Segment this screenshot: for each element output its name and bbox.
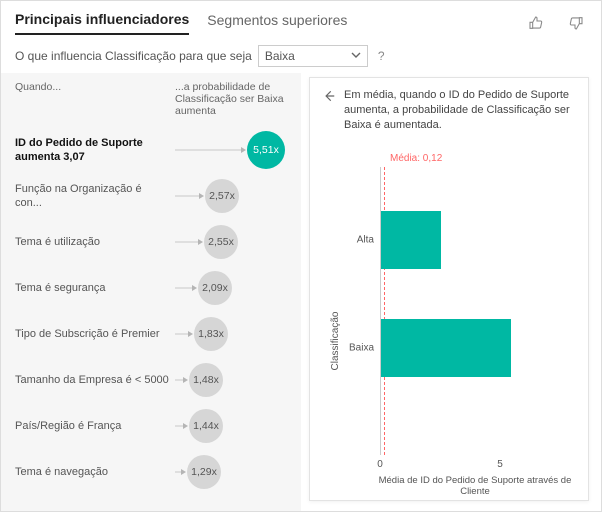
influencer-row[interactable]: Tamanho da Empresa é < 50001,48x [15,357,291,403]
influencer-bubble: 2,55x [204,225,238,259]
influencer-track: 2,09x [175,287,291,289]
key-influencers-visual: Principais influenciadores Segmentos sup… [0,0,602,512]
avg-label: Média: 0,12 [390,153,442,164]
bar-category-label: Alta [342,234,374,245]
bar-category-label: Baixa [342,342,374,353]
header: Principais influenciadores Segmentos sup… [1,1,601,35]
col-header-when: Quando... [15,81,175,117]
influencer-row[interactable]: Tema é navegação1,29x [15,449,291,495]
col-header-prob: ...a probabilidade de Classificação ser … [175,81,291,117]
chevron-down-icon [351,49,361,63]
influencer-bubble: 1,83x [194,317,228,351]
arrow-right-icon [199,193,204,199]
sentence-prefix: O que influencia Classificação para que … [15,49,252,63]
bar [381,319,511,377]
arrow-right-icon [181,469,186,475]
influencer-bubble: 5,51x [247,131,285,169]
influencer-row[interactable]: Tema é utilização2,55x [15,219,291,265]
tab-top-segments[interactable]: Segmentos superiores [207,12,347,34]
influencer-label: Tipo de Subscrição é Premier [15,327,175,341]
influencer-track: 1,83x [175,333,291,335]
arrow-right-icon [241,147,246,153]
influencer-track: 1,48x [175,379,291,381]
influencer-row[interactable]: Tipo de Subscrição é Premier1,83x [15,311,291,357]
influencer-row[interactable]: Tema é segurança2,09x [15,265,291,311]
influencer-bubble: 1,44x [189,409,223,443]
column-headers: Quando... ...a probabilidade de Classifi… [15,81,291,117]
influencer-track: 2,55x [175,241,291,243]
arrow-right-icon [183,423,188,429]
influencer-bubble: 2,57x [205,179,239,213]
y-axis-title: Classificação [330,311,341,370]
arrow-right-icon [183,377,188,383]
influencer-label: Tema é segurança [15,281,175,295]
influencer-bubble: 2,09x [198,271,232,305]
influencer-track: 1,44x [175,425,291,427]
influencer-row[interactable]: ID do Pedido de Suporte aumenta 3,075,51… [15,127,291,173]
influencer-line [175,150,243,151]
influencer-track: 5,51x [175,149,291,151]
influencer-label: ID do Pedido de Suporte aumenta 3,07 [15,136,175,165]
chart-card: Em média, quando o ID do Pedido de Supor… [309,77,589,501]
chart-panel: Em média, quando o ID do Pedido de Supor… [301,73,601,511]
x-tick-label: 5 [497,459,503,470]
x-tick-label: 0 [377,459,383,470]
dropdown-value: Baixa [265,49,295,63]
tab-key-influencers[interactable]: Principais influenciadores [15,11,189,35]
chart-title: Em média, quando o ID do Pedido de Supor… [344,88,576,133]
influencer-track: 2,57x [175,195,291,197]
body: Quando... ...a probabilidade de Classifi… [1,73,601,511]
influencer-label: Função na Organização é con... [15,182,175,211]
back-arrow-icon[interactable] [322,88,336,103]
influencer-bubble: 1,29x [187,455,221,489]
arrow-right-icon [188,331,193,337]
thumb-up-icon[interactable] [525,13,547,33]
influencer-row[interactable]: Função na Organização é con...2,57x [15,173,291,219]
influencer-label: Tamanho da Empresa é < 5000 [15,373,175,387]
bar [381,211,441,269]
x-axis-title: Média de ID do Pedido de Suporte através… [370,475,580,497]
value-dropdown[interactable]: Baixa [258,45,368,67]
influencer-row[interactable]: País/Região é França1,44x [15,403,291,449]
influencers-panel: Quando... ...a probabilidade de Classifi… [1,73,301,511]
influencer-bubble: 1,48x [189,363,223,397]
arrow-right-icon [198,239,203,245]
influencer-list: ID do Pedido de Suporte aumenta 3,075,51… [15,127,291,495]
influencer-label: Tema é navegação [15,465,175,479]
influencer-line [175,196,201,197]
thumb-down-icon[interactable] [565,13,587,33]
influencer-track: 1,29x [175,471,291,473]
sentence-row: O que influencia Classificação para que … [1,35,601,73]
influencer-label: País/Região é França [15,419,175,433]
influencer-label: Tema é utilização [15,235,175,249]
chart-area: Média: 0,12ClassificaçãoAltaBaixa05Média… [322,143,576,496]
help-icon[interactable]: ? [374,49,389,63]
arrow-right-icon [192,285,197,291]
influencer-line [175,242,200,243]
